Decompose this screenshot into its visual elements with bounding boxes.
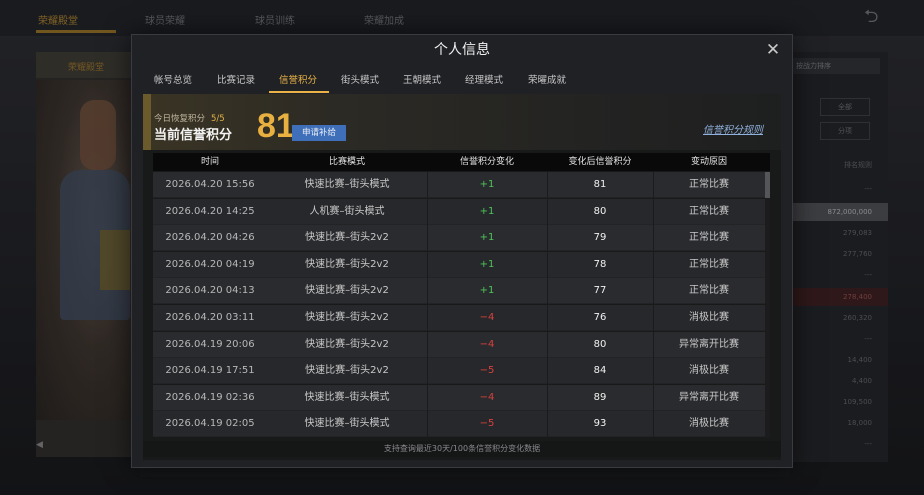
cell-time: 2026.04.19 02:05 bbox=[165, 418, 255, 430]
cell-after: 80 bbox=[593, 205, 607, 217]
cell-after: 78 bbox=[593, 258, 607, 270]
tab-manager-mode[interactable]: 经理模式 bbox=[465, 69, 503, 93]
column-header-after: 变化后信誉积分 bbox=[568, 157, 632, 167]
column-header-change: 信誉积分变化 bbox=[459, 157, 514, 167]
cell-after: 80 bbox=[593, 338, 607, 350]
table-scrollbar-thumb[interactable] bbox=[765, 172, 770, 198]
tab-street-mode[interactable]: 街头模式 bbox=[341, 69, 379, 93]
column-header-time: 时间 bbox=[200, 157, 219, 167]
cell-reason: 消极比赛 bbox=[689, 312, 729, 323]
cell-change: −4 bbox=[479, 391, 495, 403]
cell-mode: 快速比赛–街头2v2 bbox=[305, 232, 389, 244]
cell-after: 93 bbox=[593, 418, 607, 430]
table-scrollbar-track[interactable] bbox=[765, 172, 770, 438]
cell-after: 79 bbox=[593, 232, 607, 244]
cell-mode: 快速比赛–街头模式 bbox=[304, 391, 390, 403]
cell-reason: 正常比赛 bbox=[689, 205, 729, 217]
cell-change: −5 bbox=[479, 365, 495, 377]
daily-recover-text: 今日恢复积分 bbox=[154, 114, 206, 124]
table-row: 2026.04.20 04:19 快速比赛–街头2v2 +1 78 正常比赛 bbox=[153, 251, 765, 278]
column-divider bbox=[427, 172, 428, 438]
cell-time: 2026.04.19 20:06 bbox=[165, 338, 255, 350]
table-row: 2026.04.20 14:25 人机赛–街头模式 +1 80 正常比赛 bbox=[153, 198, 765, 225]
cell-mode: 快速比赛–街头2v2 bbox=[305, 365, 389, 377]
table-row: 2026.04.19 02:36 快速比赛–街头模式 −4 89 异常离开比赛 bbox=[153, 384, 765, 411]
cell-mode: 快速比赛–街头2v2 bbox=[305, 258, 389, 270]
active-tab-underline bbox=[269, 91, 329, 93]
cell-time: 2026.04.20 14:25 bbox=[165, 205, 255, 217]
table-header: 时间 比赛模式 信誉积分变化 变化后信誉积分 变动原因 bbox=[153, 153, 770, 171]
daily-recover-label: 今日恢复积分 5/5 bbox=[154, 112, 225, 124]
tab-match-records[interactable]: 比赛记录 bbox=[217, 69, 255, 93]
cell-reason: 正常比赛 bbox=[689, 232, 729, 244]
cell-time: 2026.04.20 15:56 bbox=[165, 179, 255, 190]
tab-account-overview[interactable]: 帐号总览 bbox=[154, 69, 192, 93]
header-accent-stripe bbox=[143, 94, 151, 150]
cell-reason: 正常比赛 bbox=[689, 285, 729, 297]
credit-history-table[interactable]: 2026.04.20 15:56 快速比赛–街头模式 +1 81 正常比赛 20… bbox=[153, 172, 765, 438]
modal-title: 个人信息 bbox=[434, 42, 490, 58]
table-row: 2026.04.19 20:06 快速比赛–街头2v2 −4 80 异常离开比赛 bbox=[153, 331, 765, 358]
personal-info-modal: 个人信息 ✕ 帐号总览 比赛记录 信誉积分 街头模式 王朝模式 经理模式 荣曜成… bbox=[131, 34, 793, 468]
cell-change: +1 bbox=[479, 285, 495, 297]
column-divider bbox=[547, 172, 548, 438]
close-icon[interactable]: ✕ bbox=[764, 41, 782, 59]
cell-change: +1 bbox=[479, 179, 495, 190]
cell-reason: 正常比赛 bbox=[689, 258, 729, 270]
column-header-mode: 比赛模式 bbox=[328, 157, 365, 167]
current-credit-label: 当前信誉积分 bbox=[154, 128, 233, 143]
cell-time: 2026.04.19 02:36 bbox=[165, 391, 255, 403]
tab-dynasty-mode[interactable]: 王朝模式 bbox=[403, 69, 441, 93]
cell-mode: 快速比赛–街头2v2 bbox=[305, 285, 389, 297]
cell-change: +1 bbox=[479, 258, 495, 270]
credit-rules-link[interactable]: 信誉积分规则 bbox=[703, 121, 763, 136]
cell-after: 81 bbox=[593, 179, 607, 190]
cell-change: −5 bbox=[479, 418, 495, 430]
cell-mode: 人机赛–街头模式 bbox=[309, 205, 385, 217]
cell-change: +1 bbox=[479, 232, 495, 244]
tab-achievements[interactable]: 荣曜成就 bbox=[528, 69, 566, 93]
cell-after: 76 bbox=[593, 312, 607, 323]
cell-reason: 异常离开比赛 bbox=[679, 338, 739, 350]
table-row: 2026.04.20 04:26 快速比赛–街头2v2 +1 79 正常比赛 bbox=[153, 225, 765, 252]
cell-change: +1 bbox=[479, 205, 495, 217]
modal-tabs: 帐号总览 比赛记录 信誉积分 街头模式 王朝模式 经理模式 荣曜成就 bbox=[132, 69, 792, 93]
tab-credit-score[interactable]: 信誉积分 bbox=[279, 69, 317, 93]
daily-recover-value: 5/5 bbox=[211, 114, 225, 124]
current-credit-score: 81 bbox=[257, 107, 295, 145]
cell-mode: 快速比赛–街头模式 bbox=[304, 418, 390, 430]
cell-mode: 快速比赛–街头2v2 bbox=[305, 312, 389, 323]
cell-reason: 消极比赛 bbox=[689, 365, 729, 377]
column-header-reason: 变动原因 bbox=[690, 157, 727, 167]
table-row: 2026.04.20 04:13 快速比赛–街头2v2 +1 77 正常比赛 bbox=[153, 278, 765, 305]
query-limit-note: 支持查询最近30天/100条信誉积分变化数据 bbox=[143, 441, 781, 457]
cell-change: −4 bbox=[479, 338, 495, 350]
table-row: 2026.04.20 15:56 快速比赛–街头模式 +1 81 正常比赛 bbox=[153, 172, 765, 198]
credit-content: 今日恢复积分 5/5 当前信誉积分 81 申请补给 信誉积分规则 时间 比赛模式 … bbox=[143, 94, 781, 460]
cell-time: 2026.04.20 04:19 bbox=[165, 258, 255, 270]
cell-change: −4 bbox=[479, 312, 495, 323]
credit-header: 今日恢复积分 5/5 当前信誉积分 81 申请补给 信誉积分规则 bbox=[143, 94, 781, 150]
cell-time: 2026.04.20 04:26 bbox=[165, 232, 255, 244]
cell-mode: 快速比赛–街头2v2 bbox=[305, 338, 389, 350]
table-row: 2026.04.20 03:11 快速比赛–街头2v2 −4 76 消极比赛 bbox=[153, 305, 765, 331]
cell-reason: 消极比赛 bbox=[689, 418, 729, 430]
table-row: 2026.04.19 02:05 快速比赛–街头模式 −5 93 消极比赛 bbox=[153, 411, 765, 438]
apply-supply-button[interactable]: 申请补给 bbox=[292, 125, 346, 141]
cell-after: 77 bbox=[593, 285, 607, 297]
cell-time: 2026.04.20 03:11 bbox=[165, 312, 255, 323]
cell-after: 89 bbox=[593, 391, 607, 403]
table-row: 2026.04.19 17:51 快速比赛–街头2v2 −5 84 消极比赛 bbox=[153, 358, 765, 385]
cell-reason: 正常比赛 bbox=[689, 179, 729, 190]
cell-time: 2026.04.20 04:13 bbox=[165, 285, 255, 297]
cell-mode: 快速比赛–街头模式 bbox=[304, 179, 390, 190]
cell-after: 84 bbox=[593, 365, 607, 377]
cell-time: 2026.04.19 17:51 bbox=[165, 365, 255, 377]
cell-reason: 异常离开比赛 bbox=[679, 391, 739, 403]
column-divider bbox=[653, 172, 654, 438]
